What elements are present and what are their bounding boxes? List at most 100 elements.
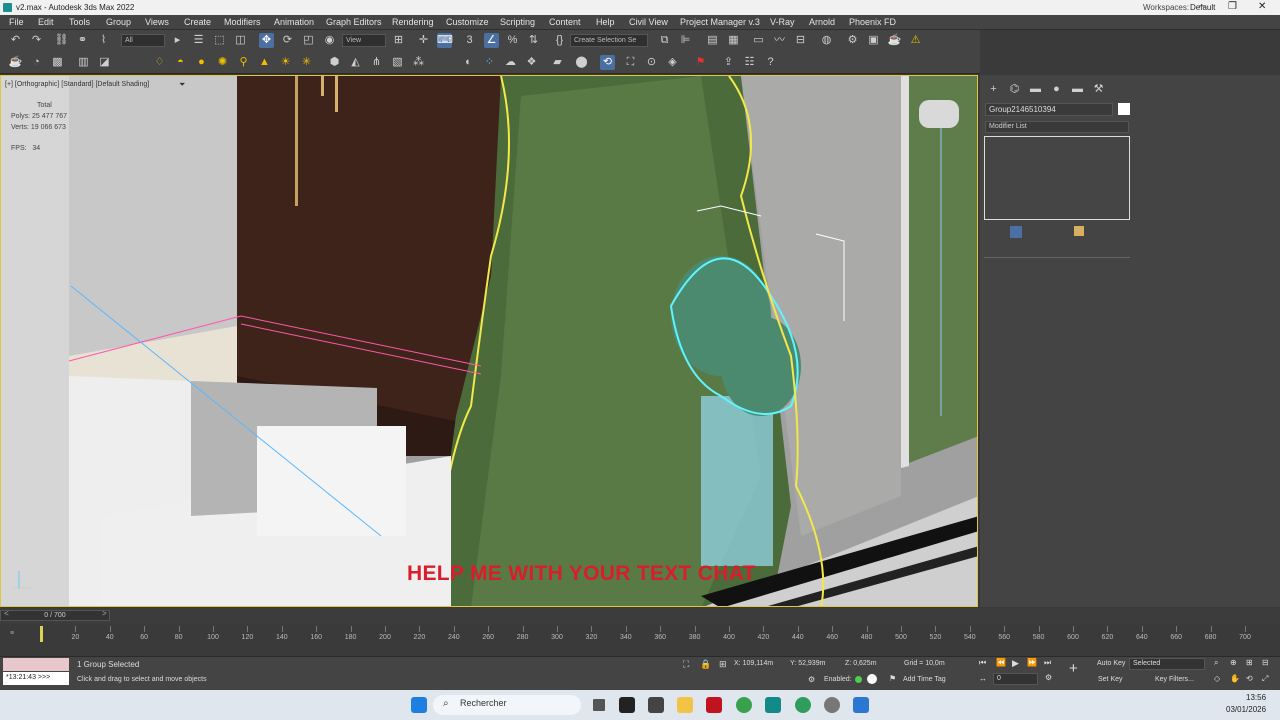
time-tag-toggle-icon[interactable] — [867, 674, 877, 684]
viewport-label[interactable]: [+] [Orthographic] [Standard] [Default S… — [5, 81, 149, 88]
keyboard-shortcut-override-icon[interactable]: ⌨ — [437, 33, 453, 48]
menu-rendering[interactable]: Rendering — [392, 17, 434, 27]
render-setup-icon[interactable]: ⚙ — [845, 33, 860, 48]
vray-clipper-icon[interactable]: ❖ — [524, 55, 539, 70]
snaps-toggle-icon[interactable]: 3 — [462, 33, 477, 48]
next-key-icon[interactable]: ⏩ — [1027, 658, 1037, 667]
configure-modifier-sets-icon[interactable] — [1074, 226, 1084, 236]
curve-editor-icon[interactable]: 〰 — [772, 33, 787, 48]
spinner-snap-icon[interactable]: ⇅ — [526, 33, 541, 48]
vray-spot-light-icon[interactable]: ⚲ — [236, 55, 251, 70]
viewport-orthographic[interactable]: [+] [Orthographic] [Standard] [Default S… — [0, 75, 978, 607]
zoom-extents-all-icon[interactable]: ⊟ — [1262, 658, 1269, 667]
menu-group[interactable]: Group — [106, 17, 131, 27]
unlink-icon[interactable]: ⚭ — [75, 33, 90, 48]
undo-icon[interactable]: ↶ — [8, 33, 23, 48]
vray-sky-icon[interactable]: ✳ — [299, 55, 314, 70]
go-to-end-icon[interactable]: ⏭ — [1044, 658, 1051, 668]
vray-logo-icon[interactable]: ◔ — [29, 55, 44, 70]
link-icon[interactable]: ⛓ — [54, 33, 69, 48]
select-object-icon[interactable]: ▸ — [170, 33, 185, 48]
vray-volume-grid-icon[interactable]: ☁ — [503, 55, 518, 70]
store-icon[interactable] — [648, 697, 664, 713]
vray-plane-icon[interactable]: ◭ — [348, 55, 363, 70]
vray-lister-icon[interactable]: ⊙ — [644, 55, 659, 70]
vray-debug-icon[interactable]: ⚑ — [693, 55, 708, 70]
viewport-filter-icon[interactable]: ⏷ — [179, 80, 185, 90]
menu-customize[interactable]: Customize — [446, 17, 489, 27]
track-bar[interactable] — [0, 624, 1280, 656]
modifier-stack[interactable] — [984, 136, 1130, 220]
key-mode-icon[interactable]: ↔ — [979, 674, 987, 683]
percent-snap-icon[interactable]: % — [505, 33, 520, 48]
field-of-view-icon[interactable]: ◇ — [1214, 674, 1220, 683]
bind-space-warp-icon[interactable]: ⌇ — [96, 33, 111, 48]
menu-create[interactable]: Create — [184, 17, 211, 27]
pivot-center-icon[interactable]: ⊞ — [391, 33, 406, 48]
menu-vray[interactable]: V-Ray — [770, 17, 795, 27]
menu-civil-view[interactable]: Civil View — [629, 17, 668, 27]
menu-graph-editors[interactable]: Graph Editors — [326, 17, 382, 27]
utilities-tab-icon[interactable]: ⚒ — [1091, 82, 1106, 97]
absolute-mode-icon[interactable]: ⊞ — [719, 659, 727, 670]
zoom-icon[interactable]: ⌕ — [1214, 658, 1218, 668]
reference-coordinate-dropdown[interactable]: View — [342, 34, 386, 47]
vray-settings-icon[interactable]: ☷ — [742, 55, 757, 70]
add-time-tag-button[interactable]: Add Time Tag — [903, 676, 946, 683]
vray-sun-icon[interactable]: ☀ — [278, 55, 293, 70]
teapot-icon[interactable]: ☕ — [8, 55, 23, 70]
adaptive-degradation-icon[interactable]: ⚙ — [808, 675, 815, 684]
maxscript-prompt[interactable]: *13:21:43 >>> — [3, 672, 69, 685]
selection-set-dropdown[interactable]: Selected — [1129, 658, 1205, 670]
menu-project-manager[interactable]: Project Manager v.3 — [680, 17, 760, 27]
modifier-list-dropdown[interactable]: Modifier List — [985, 121, 1129, 133]
file-explorer-icon[interactable] — [677, 697, 693, 713]
pan-view-icon[interactable]: ✋ — [1230, 674, 1240, 683]
previous-key-icon[interactable]: ⏪ — [996, 658, 1006, 667]
time-configuration-icon[interactable]: ⚙ — [1045, 673, 1052, 682]
select-rotate-icon[interactable]: ⟳ — [280, 33, 295, 48]
vray-decal-icon[interactable]: ⁘ — [482, 55, 497, 70]
selection-filter-dropdown[interactable]: All — [121, 34, 165, 47]
play-icon[interactable]: ▶ — [1012, 658, 1019, 669]
vray-ies-light-icon[interactable]: ✺ — [215, 55, 230, 70]
motion-tab-icon[interactable]: ● — [1049, 82, 1064, 97]
y-coordinate-field[interactable]: 52,939m — [798, 660, 825, 667]
vray-sphere-light-icon[interactable]: ● — [194, 55, 209, 70]
x-coordinate-field[interactable]: 109,114m — [743, 660, 774, 667]
vray-proxy-icon[interactable]: ▥ — [76, 55, 91, 70]
vray-physical-camera-icon[interactable]: ⬢ — [327, 55, 342, 70]
vray-ambient-light-icon[interactable]: ▲ — [257, 55, 272, 70]
object-name-field[interactable]: Group2146510394 — [985, 103, 1113, 116]
menu-arnold[interactable]: Arnold — [809, 17, 835, 27]
z-coordinate-field[interactable]: 0,625m — [853, 660, 876, 667]
select-manipulate-icon[interactable]: ✛ — [416, 33, 431, 48]
material-editor-icon[interactable]: ◍ — [819, 33, 834, 48]
schematic-view-icon[interactable]: ⊟ — [793, 33, 808, 48]
previous-frame-icon[interactable]: < — [4, 609, 9, 618]
vray-light-icon[interactable]: ♢ — [152, 55, 167, 70]
key-filters-button[interactable]: Key Filters... — [1155, 676, 1194, 683]
vray-instancer-icon[interactable]: ▧ — [390, 55, 405, 70]
isolate-selection-icon[interactable]: ⛶ — [683, 659, 689, 670]
chrome-profile-icon[interactable] — [795, 697, 811, 713]
vray-vision-icon[interactable]: ⬤ — [574, 55, 589, 70]
hierarchy-tab-icon[interactable]: ▬ — [1028, 82, 1043, 97]
set-key-button[interactable]: Set Key — [1098, 676, 1123, 683]
app-icon[interactable] — [853, 697, 869, 713]
edit-named-selection-icon[interactable]: {} — [552, 33, 567, 48]
menu-help[interactable]: Help — [596, 17, 615, 27]
clock-date[interactable]: 03/01/2026 — [1226, 705, 1266, 714]
select-move-icon[interactable]: ✥ — [259, 33, 274, 48]
start-icon[interactable] — [411, 697, 427, 713]
display-tab-icon[interactable]: ▬ — [1070, 82, 1085, 97]
clock-time[interactable]: 13:56 — [1246, 693, 1266, 702]
rectangular-selection-icon[interactable]: ⬚ — [212, 33, 227, 48]
minimize-icon[interactable]: ─ — [1199, 1, 1206, 12]
viewcube-icon[interactable] — [919, 100, 959, 128]
window-crossing-icon[interactable]: ◫ — [233, 33, 248, 48]
current-frame-field[interactable]: 0 — [993, 673, 1038, 685]
set-key-icon[interactable]: + — [1069, 660, 1087, 680]
track-bar-menu-icon[interactable]: ≡ — [10, 630, 14, 637]
scene-explorer-icon[interactable]: ▤ — [705, 33, 720, 48]
